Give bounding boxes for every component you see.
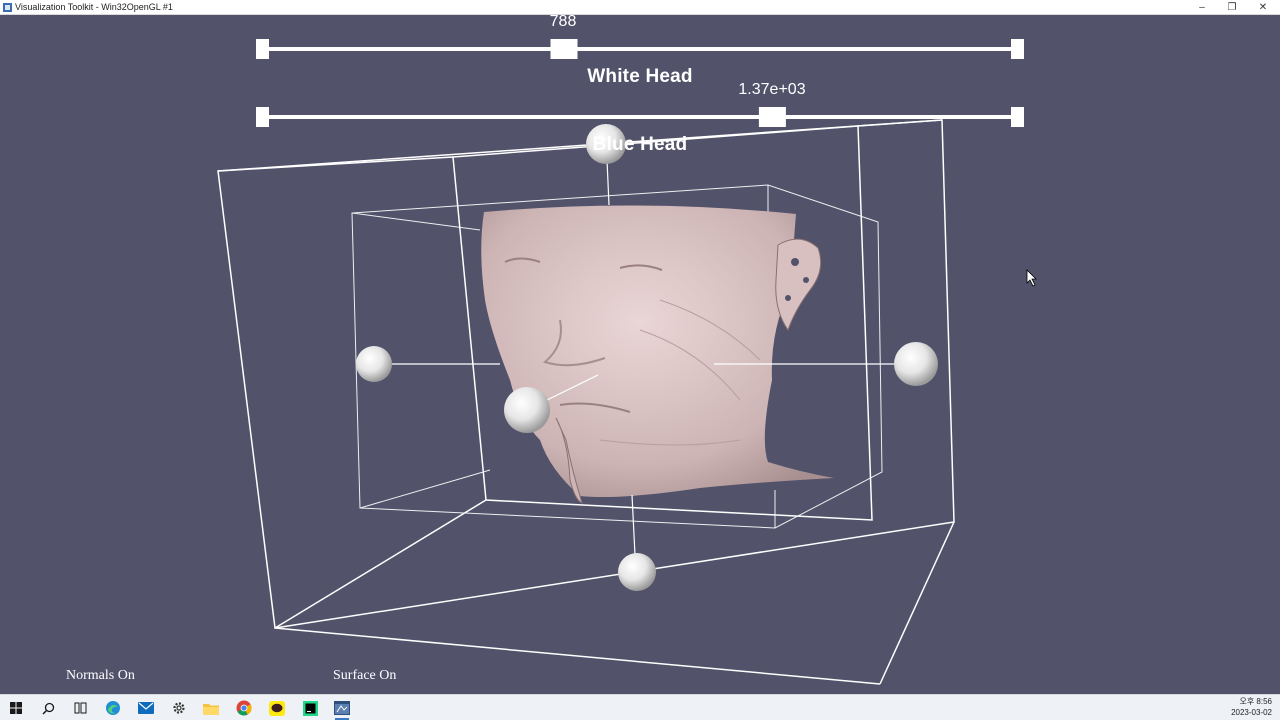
blue-head-slider-value: 1.37e+03: [738, 81, 806, 98]
window-title: Visualization Toolkit - Win32OpenGL #1: [15, 2, 173, 12]
windows-taskbar: 오후 8:56 2023-03-02: [0, 694, 1280, 720]
search-icon: [41, 702, 54, 715]
surface-toggle-text[interactable]: Surface On: [333, 668, 396, 684]
clock-date: 2023-03-02: [1231, 708, 1272, 717]
minimize-button[interactable]: –: [1187, 0, 1217, 15]
white-head-slider-value: 788: [549, 13, 577, 30]
slider-knob[interactable]: [550, 39, 578, 59]
handle-sphere-front[interactable]: [504, 387, 550, 433]
slider-end-cap-right: [1011, 107, 1024, 127]
clock-time: 오후 8:56: [1239, 697, 1272, 706]
task-view-icon: [74, 702, 86, 714]
windows-logo-icon: [10, 702, 22, 714]
handle-sphere-bottom[interactable]: [618, 553, 656, 591]
taskbar-clock[interactable]: 오후 8:56 2023-03-02: [1212, 696, 1272, 718]
kakaotalk-button[interactable]: [262, 696, 292, 720]
folder-icon: [203, 703, 219, 715]
slider-end-cap-right: [1011, 39, 1024, 59]
slider-end-cap-left: [256, 39, 269, 59]
window-title-bar[interactable]: Visualization Toolkit - Win32OpenGL #1 –…: [0, 0, 1280, 15]
gear-icon: [173, 702, 185, 714]
taskbar-search-button[interactable]: [33, 696, 63, 720]
edge-browser-icon: [106, 701, 120, 715]
app-icon: [3, 3, 12, 12]
blue-head-slider[interactable]: [256, 107, 1024, 127]
handle-sphere-left[interactable]: [356, 346, 392, 382]
render-viewport[interactable]: [0, 15, 1280, 694]
edge-browser-button[interactable]: [98, 696, 128, 720]
start-button[interactable]: [1, 696, 31, 720]
pycharm-icon: [302, 700, 318, 716]
maximize-button[interactable]: ❐: [1217, 0, 1247, 15]
mouse-cursor-icon: [1026, 269, 1037, 287]
head-isosurface: [481, 205, 834, 504]
settings-button[interactable]: [164, 696, 194, 720]
normals-toggle-text[interactable]: Normals On: [66, 668, 135, 684]
render-scene[interactable]: [0, 15, 1280, 694]
blue-head-slider-title: Blue Head: [592, 134, 688, 155]
white-head-slider-title: White Head: [587, 66, 693, 87]
white-head-slider[interactable]: [256, 39, 1024, 59]
pycharm-button[interactable]: [295, 696, 325, 720]
chrome-browser-icon: [236, 700, 252, 716]
chat-app-icon: [269, 700, 285, 716]
task-view-button[interactable]: [65, 696, 95, 720]
vtk-window-icon: [334, 701, 350, 715]
mail-icon: [138, 702, 154, 714]
close-button[interactable]: ✕: [1248, 0, 1278, 15]
slider-end-cap-left: [256, 107, 269, 127]
mail-button[interactable]: [131, 696, 161, 720]
chrome-browser-button[interactable]: [229, 696, 259, 720]
slider-knob[interactable]: [758, 107, 786, 127]
file-explorer-button[interactable]: [196, 696, 226, 720]
vtk-app-button[interactable]: [327, 696, 357, 720]
handle-sphere-right[interactable]: [894, 342, 938, 386]
